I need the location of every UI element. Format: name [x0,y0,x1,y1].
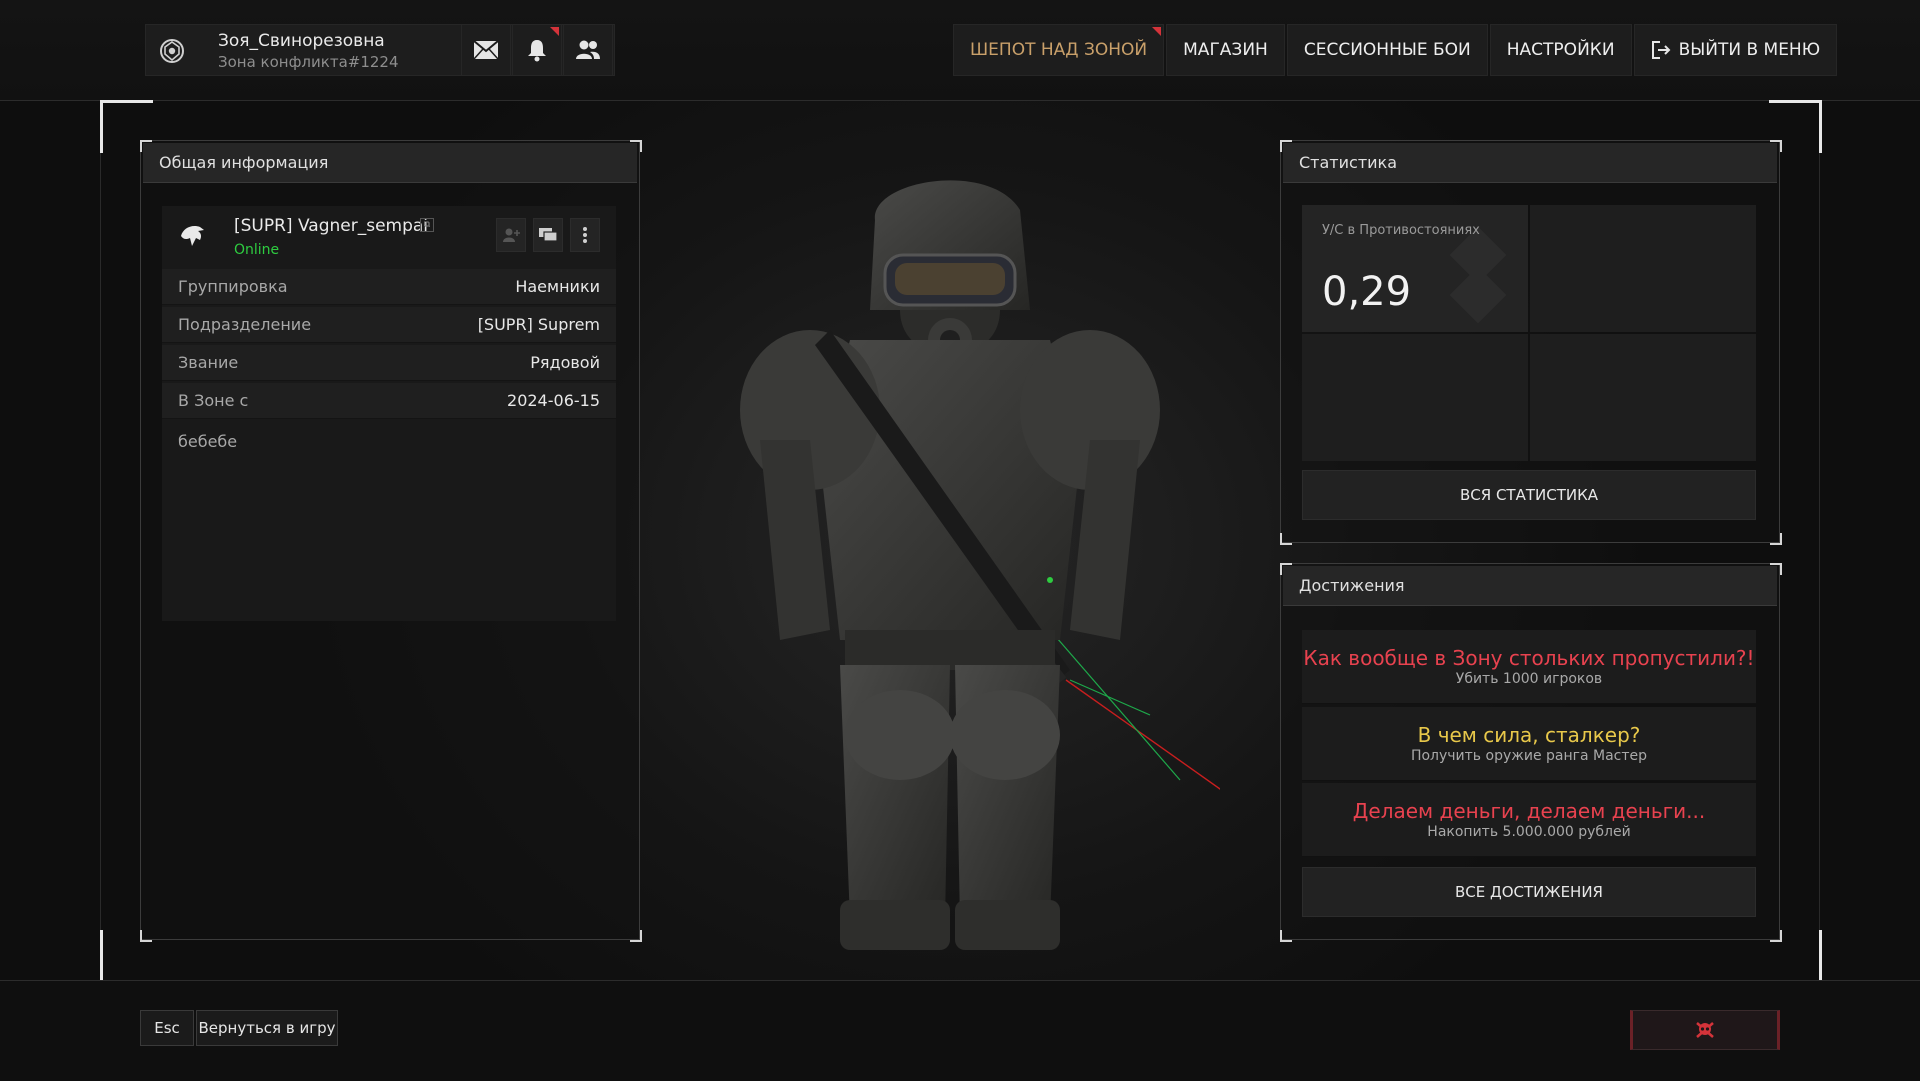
exit-to-menu-label: ВЫЙТИ В МЕНЮ [1678,40,1821,60]
nav-settings[interactable]: НАСТРОЙКИ [1489,24,1632,76]
panel-tick [1280,140,1292,152]
kd-label: У/С в Противостояниях [1322,223,1480,238]
panel-tick [1770,930,1782,942]
panel-tick [1770,533,1782,545]
kebab-menu-icon [583,227,587,243]
info-row-key: Подразделение [178,315,312,334]
info-row-rank: Звание Рядовой [162,345,616,381]
frame-line-left [100,0,101,1080]
achievement-item[interactable]: Делаем деньги, делаем деньги... Накопить… [1302,783,1756,857]
nav-settings-label: НАСТРОЙКИ [1506,40,1615,60]
friends-icon [576,40,600,59]
achievement-desc: Накопить 5.000.000 рублей [1427,824,1631,840]
eagle-emblem-icon [181,226,204,246]
kd-value: 0,29 [1322,269,1412,315]
nav-whisper[interactable]: ШЕПОТ НАД ЗОНОЙ [953,24,1165,76]
panel-tick [1280,563,1292,575]
mail-icon [473,40,499,60]
info-row-value: 2024-06-15 [507,391,600,410]
frame-line-right [1819,0,1820,1080]
panel-tick [630,140,642,152]
achievement-title: Как вообще в Зону стольких пропустили?! [1303,646,1755,670]
all-achievements-button[interactable]: ВСЕ ДОСТИЖЕНИЯ [1302,867,1756,917]
notifications-button[interactable] [512,24,562,76]
friends-button[interactable] [563,24,613,76]
info-row-division: Подразделение [SUPR] Suprem [162,307,616,343]
info-row-value: Наемники [515,277,600,296]
chat-icon [539,228,558,242]
achievement-title: Делаем деньги, делаем деньги... [1352,799,1706,823]
info-row-key: Группировка [178,277,288,296]
panel-tick [140,140,152,152]
nav-session-battles[interactable]: СЕССИОННЫЕ БОИ [1286,24,1488,76]
info-row-key: Звание [178,353,239,372]
info-row-zone-since: В Зоне с 2024-06-15 [162,383,616,419]
panel-tick [1280,533,1292,545]
statistics-title: Статистика [1283,143,1777,183]
profile-name: [SUPR] Vagner_sempai [234,216,429,236]
skull-crossbones-icon [1696,1022,1714,1038]
return-to-game-label: Вернуться в игру [198,1019,336,1037]
panel-tick [140,930,152,942]
main-nav: ШЕПОТ НАД ЗОНОЙ МАГАЗИН СЕССИОННЫЕ БОИ Н… [951,24,1838,76]
achievement-desc: Убить 1000 игроков [1455,671,1603,687]
panel-tick [1770,563,1782,575]
player-zone: Зона конфликта#1224 [218,53,399,71]
achievement-desc: Получить оружие ранга Мастер [1410,748,1648,764]
notification-flag [550,27,559,36]
add-friend-button[interactable] [496,218,526,252]
character-model [740,180,1220,950]
add-friend-icon [503,228,520,242]
mail-button[interactable] [461,24,511,76]
exit-icon [1651,41,1670,59]
esc-key-hint[interactable]: Esc [140,1010,194,1046]
stat-card-empty [1302,334,1528,461]
nav-shop-label: МАГАЗИН [1183,40,1268,60]
all-achievements-label: ВСЕ ДОСТИЖЕНИЯ [1455,883,1603,901]
nav-shop[interactable]: МАГАЗИН [1166,24,1285,76]
all-statistics-button[interactable]: ВСЯ СТАТИСТИКА [1302,470,1756,520]
stat-card-empty [1530,334,1756,461]
return-to-game-button[interactable]: Вернуться в игру [196,1010,338,1046]
info-row-value: [SUPR] Suprem [477,315,600,334]
kd-stat-card: У/С в Противостояниях 0,29 [1302,205,1528,332]
exit-to-menu-button[interactable]: ВЫЙТИ В МЕНЮ [1633,24,1838,76]
panel-tick [1280,930,1292,942]
all-statistics-label: ВСЯ СТАТИСТИКА [1459,486,1598,504]
general-info-title: Общая информация [143,143,637,183]
panel-tick [630,930,642,942]
profile-bio: бебебе [178,432,238,451]
panel-tick [1770,140,1782,152]
info-row-value: Рядовой [530,353,600,372]
nav-session-battles-label: СЕССИОННЫЕ БОИ [1303,40,1471,60]
stat-card-empty [1530,205,1756,332]
info-row-faction: Группировка Наемники [162,269,616,305]
danger-button[interactable] [1630,1010,1780,1050]
achievement-item[interactable]: Как вообще в Зону стольких пропустили?! … [1302,630,1756,704]
esc-key-label: Esc [154,1019,180,1037]
copy-name-icon[interactable]: ⧉ [420,218,434,232]
achievement-title: В чем сила, сталкер? [1417,723,1641,747]
info-row-key: В Зоне с [178,391,249,410]
bell-icon [528,40,546,62]
faction-emblem-icon [160,39,184,63]
stat-watermark-icon [1449,226,1507,324]
achievement-item[interactable]: В чем сила, сталкер? Получить оружие ран… [1302,707,1756,781]
more-options-button[interactable] [570,218,600,252]
player-name: Зоя_Свинорезовна [218,31,385,51]
nav-whisper-flag [1152,27,1162,36]
message-button[interactable] [533,218,563,252]
nav-whisper-label: ШЕПОТ НАД ЗОНОЙ [970,40,1148,60]
achievements-title: Достижения [1283,566,1777,606]
profile-status: Online [234,242,280,258]
